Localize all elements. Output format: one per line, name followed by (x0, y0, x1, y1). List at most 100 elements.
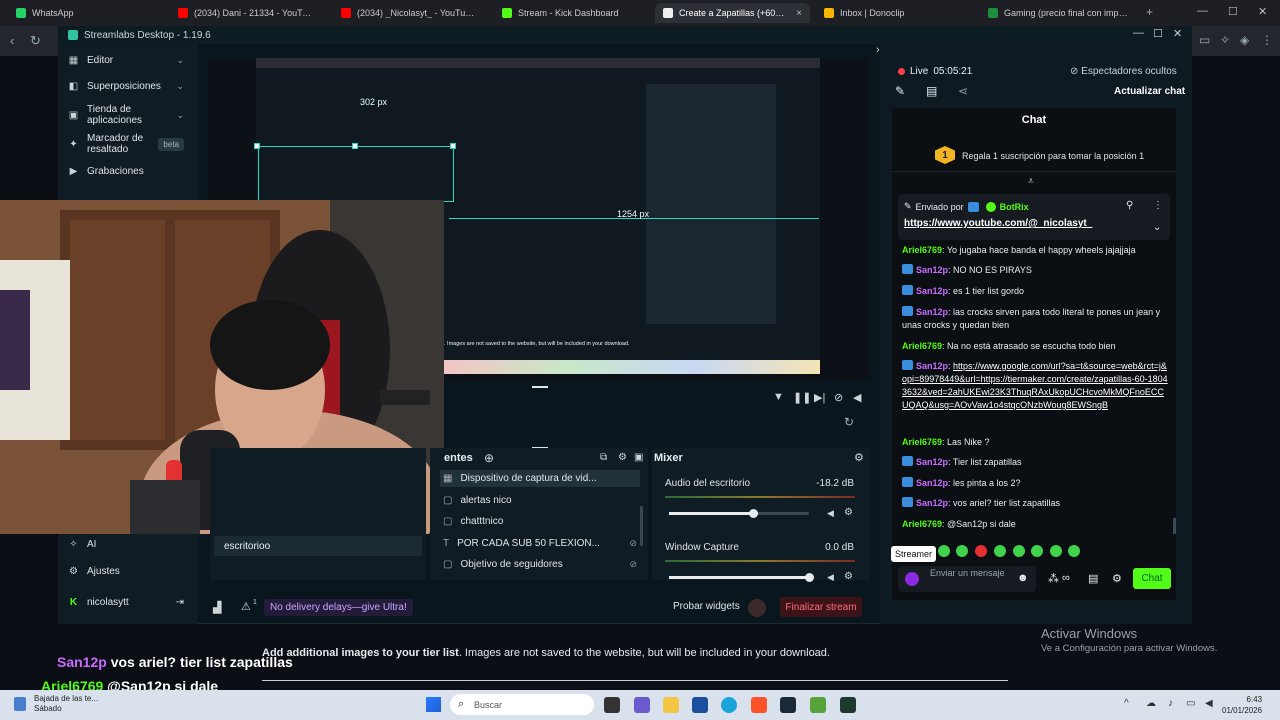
chat-message[interactable]: Ariel6769: Yo jugaba hace banda el happy… (902, 244, 1170, 257)
minimize-icon[interactable]: — (1197, 5, 1208, 17)
chat-username[interactable]: San12p (916, 361, 948, 371)
viewers-hidden[interactable]: ⊘ Espectadores ocultos (1070, 66, 1177, 77)
kick-emote-icon[interactable]: ⁂ (1048, 572, 1059, 585)
tray-expand-icon[interactable]: ^ (1124, 698, 1129, 709)
chat-message[interactable]: San12p: https://www.google.com/url?sa=t&… (902, 360, 1170, 412)
chat-username[interactable]: San12p (916, 478, 948, 488)
add-source-icon[interactable]: ⊕ (484, 451, 494, 465)
new-tab-button[interactable]: + (1146, 5, 1153, 19)
edge-icon[interactable] (721, 697, 737, 713)
chat-message[interactable]: San12p: NO NO ES PIRAYS (902, 264, 1170, 277)
source-item[interactable]: ▢ alertas nico (440, 492, 640, 509)
nav-superposiciones[interactable]: ◧ Superposiciones ⌄ (68, 81, 184, 92)
folder-icon[interactable]: ▤ (926, 84, 937, 98)
volume-slider[interactable] (669, 512, 809, 515)
explorer-icon[interactable] (663, 697, 679, 713)
more-icon[interactable]: ⋮ (1153, 200, 1163, 211)
chat-username[interactable]: Ariel6769 (902, 341, 942, 351)
volume-knob[interactable] (805, 573, 814, 582)
alert-icon[interactable]: ⚠ (241, 600, 251, 613)
resize-handle[interactable] (352, 143, 358, 149)
mute-alerts-icon[interactable]: ⊘ (834, 391, 843, 404)
source-item[interactable]: ▢ chatttnico (440, 513, 640, 530)
pinned-link[interactable]: https://www.youtube.com/@_nicolasyt_ (904, 218, 1092, 229)
teams-icon[interactable] (634, 697, 650, 713)
microphone-icon[interactable] (905, 572, 919, 586)
emote-icon[interactable] (975, 545, 987, 557)
chat-message[interactable]: San12p: vos ariel? tier list zapatillas (902, 497, 1170, 510)
mixer-settings-icon[interactable]: ⚙ (854, 451, 864, 464)
chat-message[interactable]: San12p: las crocks sirven para todo lite… (902, 306, 1170, 332)
taskbar-clock[interactable]: 6:43 01/01/2026 (1222, 694, 1262, 716)
refresh-icon[interactable]: ↻ (844, 415, 854, 429)
edit-icon[interactable]: ✎ (895, 84, 905, 98)
logout-icon[interactable]: ⇥ (176, 597, 184, 608)
selection-box[interactable] (258, 146, 454, 202)
chat-username[interactable]: Ariel6769 (902, 437, 942, 447)
unpin-icon[interactable]: ⚲ (1126, 200, 1133, 211)
emote-icon[interactable] (1068, 545, 1080, 557)
nav-tienda[interactable]: ▣ Tienda de aplicaciones ⌄ (68, 104, 184, 126)
ultra-banner[interactable]: No delivery delays—give Ultra! (264, 599, 413, 616)
browser-tab[interactable]: Stream - Kick Dashboard (494, 3, 644, 23)
source-folder-icon[interactable]: ▣ (634, 452, 643, 463)
chat-message[interactable]: San12p: les pinta a los 2? (902, 477, 1170, 490)
sources-scrollbar[interactable] (640, 506, 643, 546)
end-stream-button[interactable]: Finalizar stream (780, 597, 862, 617)
chat-username[interactable]: San12p (916, 265, 948, 275)
chat-username[interactable]: Ariel6769 (902, 245, 942, 255)
chat-scrollbar[interactable] (1173, 518, 1176, 534)
minecraft-icon[interactable] (810, 697, 826, 713)
speaker-icon[interactable]: ◀ (827, 572, 834, 583)
resize-handle[interactable] (450, 143, 456, 149)
tier-drop-area[interactable] (262, 680, 1008, 690)
shield-icon[interactable]: ◈ (1240, 33, 1249, 47)
test-widgets-button[interactable]: Probar widgets (673, 601, 740, 612)
nav-ajustes[interactable]: ⚙ Ajustes (68, 566, 120, 577)
emote-icon[interactable] (938, 545, 950, 557)
streamlabs-app-icon[interactable] (840, 697, 856, 713)
maximize-icon[interactable]: ☐ (1228, 5, 1238, 18)
sub-goal-banner[interactable]: Regala 1 suscripción para tomar la posic… (892, 140, 1176, 172)
store-app-icon[interactable] (692, 697, 708, 713)
scroll-down-icon[interactable]: ⩡ (1028, 176, 1034, 187)
visibility-icon[interactable]: ⊘ (629, 538, 637, 549)
visibility-icon[interactable]: ⊘ (629, 559, 637, 570)
browser-tab[interactable]: Gaming (precio final con impuestos) (980, 3, 1140, 23)
emoji-icon[interactable]: ☻ (1017, 572, 1029, 584)
reading-list-icon[interactable]: ▭ (1199, 33, 1210, 47)
nav-editor[interactable]: ▦ Editor ⌄ (68, 55, 184, 66)
chat-username[interactable]: San12p (916, 307, 948, 317)
source-item[interactable]: ▦ Dispositivo de captura de vid... (440, 470, 640, 487)
chat-settings-icon[interactable]: ⚙ (1112, 572, 1122, 585)
weather-widget[interactable]: Bajada de las te... Sábado (34, 694, 98, 714)
resize-handle[interactable] (254, 143, 260, 149)
volume-slider[interactable] (669, 576, 809, 579)
back-icon[interactable]: ‹ (10, 33, 14, 48)
pause-icon[interactable]: ❚❚ (793, 391, 811, 404)
steam-icon[interactable] (780, 697, 796, 713)
browser-tab[interactable]: (2034) Dani - 21334 - YouTube (170, 3, 320, 23)
network-icon[interactable]: ▭ (1186, 698, 1195, 709)
channel-settings-icon[interactable]: ⚙ (844, 571, 853, 582)
test-widgets-toggle[interactable] (748, 599, 766, 617)
speaker-icon[interactable]: ◀ (827, 508, 834, 519)
mic-tray-icon[interactable]: ♪ (1168, 698, 1173, 709)
refresh-chat-button[interactable]: Actualizar chat (1114, 86, 1185, 97)
task-view-icon[interactable] (604, 697, 620, 713)
chat-username[interactable]: San12p (916, 457, 948, 467)
nav-marcador[interactable]: ✦ Marcador de resaltado beta (68, 133, 184, 155)
emote-icon[interactable] (956, 545, 968, 557)
volume-knob[interactable] (749, 509, 758, 518)
nav-grabaciones[interactable]: ▶ Grabaciones (68, 166, 144, 177)
nav-account[interactable]: K nicolasytt ⇥ (68, 597, 184, 608)
close-window-icon[interactable]: ✕ (1258, 5, 1267, 18)
brave-icon[interactable] (751, 697, 767, 713)
emote-icon[interactable] (1031, 545, 1043, 557)
volume-icon[interactable]: ◀ (853, 391, 861, 404)
infinity-icon[interactable]: ∞ (1062, 572, 1070, 584)
emote-icon[interactable] (1050, 545, 1062, 557)
reload-icon[interactable]: ↻ (30, 33, 41, 49)
browser-tab[interactable]: Inbox | Donoclip (816, 3, 971, 23)
browser-tab[interactable]: (2034) _Nicolasyt_ - YouTube (333, 3, 483, 23)
